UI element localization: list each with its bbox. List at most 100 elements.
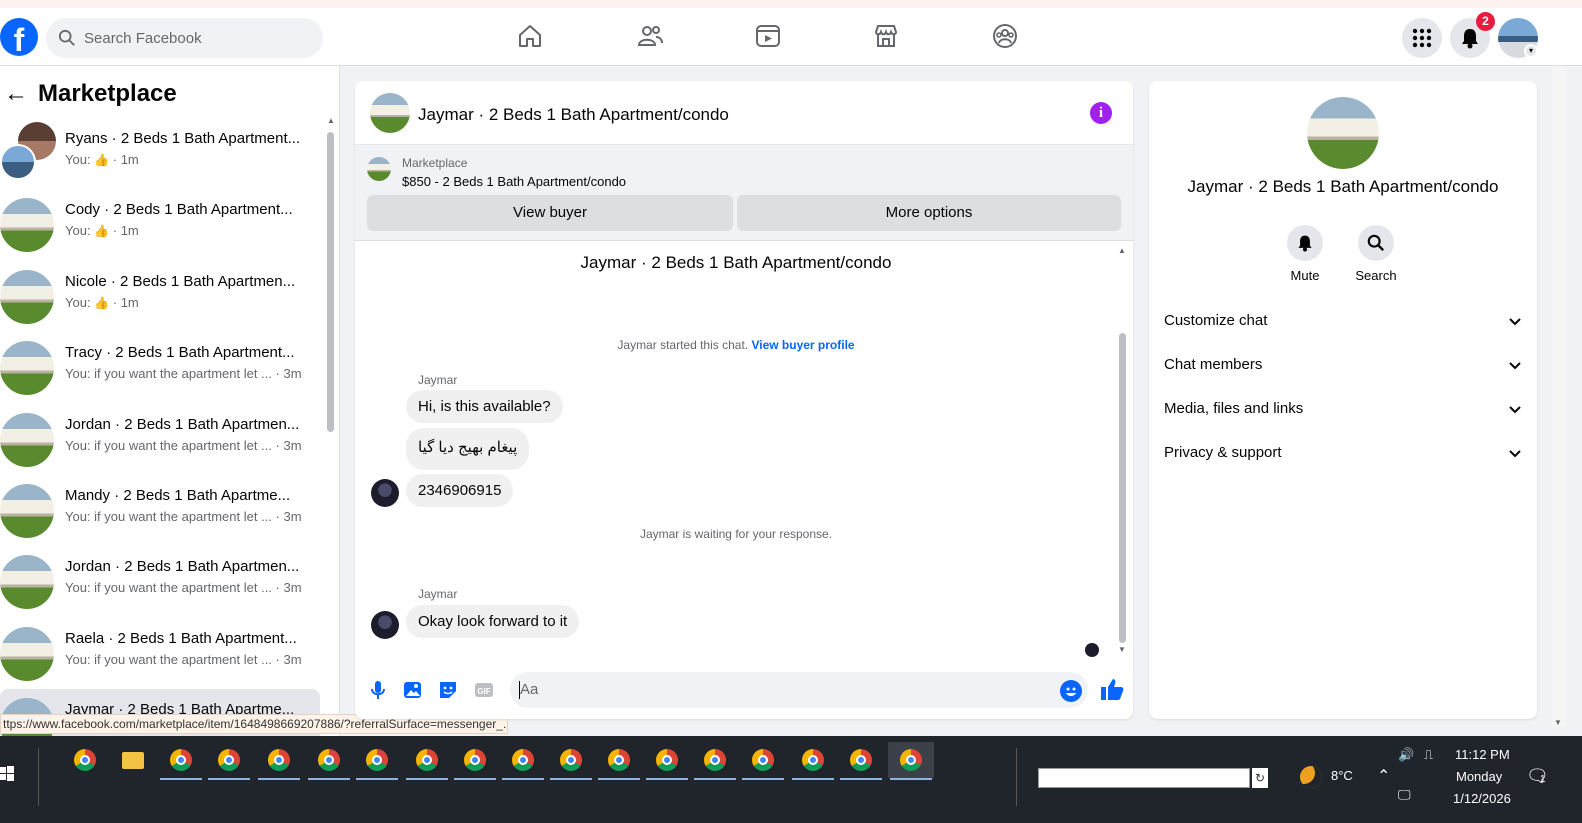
- chrome-icon[interactable]: [404, 742, 450, 780]
- view-buyer-profile-link[interactable]: View buyer profile: [751, 338, 854, 352]
- marketplace-label: Marketplace: [402, 156, 468, 170]
- video-icon[interactable]: [754, 22, 782, 50]
- weather-temperature[interactable]: 8°C: [1331, 768, 1353, 783]
- buyer-avatar[interactable]: [371, 479, 399, 507]
- conversation-item[interactable]: Cody · 2 Beds 1 Bath Apartment... You: 👍 …: [0, 189, 320, 260]
- chrome-icon[interactable]: [596, 742, 642, 780]
- emoji-icon[interactable]: [1060, 680, 1082, 702]
- chrome-icon[interactable]: [692, 742, 738, 780]
- moon-weather-icon[interactable]: [1300, 766, 1322, 788]
- chrome-icon[interactable]: [548, 742, 594, 780]
- conversation-item[interactable]: Raela · 2 Beds 1 Bath Apartment... You: i…: [0, 618, 320, 689]
- clock-date[interactable]: 1/12/2026: [1453, 791, 1511, 806]
- sticker-icon[interactable]: [437, 679, 459, 701]
- details-row-chat-members[interactable]: Chat members: [1164, 347, 1522, 383]
- search-input[interactable]: Search Facebook: [46, 18, 323, 58]
- chrome-icon[interactable]: [500, 742, 546, 780]
- message-input[interactable]: Aa: [510, 672, 1088, 708]
- scroll-up-arrow-icon[interactable]: ▲: [327, 116, 335, 125]
- microphone-icon[interactable]: [367, 679, 389, 701]
- scroll-down-arrow-icon[interactable]: ▼: [1554, 718, 1562, 727]
- gif-icon[interactable]: GIF: [473, 679, 495, 701]
- photo-icon[interactable]: [401, 679, 423, 701]
- listing-thumbnail[interactable]: [370, 93, 410, 133]
- groups-icon[interactable]: [991, 22, 1019, 50]
- view-buyer-button[interactable]: View buyer: [367, 195, 733, 231]
- chrome-icon[interactable]: [306, 742, 352, 780]
- listing-price[interactable]: $850 - 2 Beds 1 Bath Apartment/condo: [402, 174, 626, 189]
- buyer-avatar[interactable]: [371, 611, 399, 639]
- more-options-button[interactable]: More options: [737, 195, 1121, 231]
- logo-letter: f: [13, 22, 25, 56]
- chevron-up-icon[interactable]: ⌃: [1377, 766, 1390, 786]
- details-row-privacy-support[interactable]: Privacy & support: [1164, 435, 1522, 471]
- preview-text: You: if you want the apartment let ...: [65, 508, 272, 524]
- thumbs-up-icon[interactable]: [1099, 676, 1125, 702]
- conversation-item[interactable]: Tracy · 2 Beds 1 Bath Apartment... You: i…: [0, 332, 320, 403]
- conversation-preview: You: 👍 · 1m: [65, 295, 305, 310]
- refresh-icon[interactable]: ↻: [1252, 768, 1268, 788]
- chrome-icon[interactable]: [354, 742, 400, 780]
- message-bubble[interactable]: پیغام بھیج دیا گیا: [406, 428, 530, 470]
- chat-scrollbar[interactable]: [1119, 333, 1126, 643]
- display-icon[interactable]: 🖵: [1398, 787, 1411, 803]
- message-bubble[interactable]: Okay look forward to it: [406, 605, 580, 638]
- speaker-icon[interactable]: 🔊: [1398, 747, 1414, 763]
- sender-name: Jaymar: [418, 373, 458, 387]
- chrome-icon[interactable]: [158, 742, 204, 780]
- clock-day[interactable]: Monday: [1456, 769, 1502, 784]
- thumbs-up-icon: 👍: [94, 295, 110, 310]
- clock-time[interactable]: 11:12 PM: [1455, 747, 1510, 762]
- search-label: Search: [1355, 268, 1397, 283]
- conversation-item[interactable]: Ryans · 2 Beds 1 Bath Apartment... You: 👍…: [0, 118, 320, 189]
- message-bubble[interactable]: Hi, is this available?: [406, 390, 563, 423]
- conversation-preview: You: 👍 · 1m: [65, 223, 305, 238]
- page-scrollbar[interactable]: [1552, 66, 1566, 726]
- facebook-logo[interactable]: f: [0, 18, 38, 56]
- listing-thumbnail-large[interactable]: [1307, 97, 1379, 169]
- network-icon[interactable]: ⎍: [1424, 747, 1433, 763]
- search-icon: [1367, 234, 1385, 252]
- top-navigation-bar: f Search Facebook 2 ▾: [0, 0, 1582, 66]
- taskbar-address-input[interactable]: [1038, 768, 1250, 788]
- conversation-name: Tracy · 2 Beds 1 Bath Apartment...: [65, 344, 295, 362]
- conversation-item[interactable]: Nicole · 2 Beds 1 Bath Apartmen... You: 👍…: [0, 261, 320, 332]
- chrome-icon[interactable]: [452, 742, 498, 780]
- menu-grid-button[interactable]: [1402, 18, 1442, 58]
- friends-icon[interactable]: [636, 22, 664, 50]
- back-arrow-icon[interactable]: ←: [4, 80, 30, 108]
- conversation-item[interactable]: Mandy · 2 Beds 1 Bath Apartme... You: if …: [0, 475, 320, 546]
- search-chat-button[interactable]: Search: [1346, 225, 1406, 283]
- conversation-item[interactable]: Jordan · 2 Beds 1 Bath Apartmen... You: i…: [0, 546, 320, 617]
- sidebar-header: ← Marketplace: [4, 80, 177, 108]
- chrome-icon[interactable]: [644, 742, 690, 780]
- chrome-icon[interactable]: [62, 742, 108, 778]
- chevron-down-icon: [1509, 362, 1521, 370]
- chrome-icon[interactable]: [740, 742, 786, 780]
- info-icon[interactable]: i: [1090, 102, 1112, 124]
- chrome-icon[interactable]: [888, 742, 934, 780]
- mute-button[interactable]: Mute: [1275, 225, 1335, 283]
- listing-thumbnail: [0, 555, 54, 610]
- home-icon[interactable]: [516, 22, 544, 50]
- chrome-icon[interactable]: [206, 742, 252, 780]
- marketplace-icon[interactable]: [872, 22, 900, 50]
- details-row-customize-chat[interactable]: Customize chat: [1164, 303, 1522, 339]
- windows-start-icon[interactable]: [0, 766, 14, 782]
- chrome-icon[interactable]: [256, 742, 302, 780]
- chat-title[interactable]: Jaymar · 2 Beds 1 Bath Apartment/condo: [418, 105, 729, 125]
- file-explorer-icon[interactable]: [110, 742, 156, 778]
- chrome-icon[interactable]: [790, 742, 836, 780]
- message-bubble[interactable]: 2346906915: [406, 474, 514, 507]
- bell-icon: [1462, 29, 1478, 49]
- scroll-down-arrow-icon[interactable]: ▼: [1118, 645, 1126, 654]
- scroll-up-arrow-icon[interactable]: ▲: [1118, 246, 1126, 255]
- search-icon: [58, 29, 75, 46]
- chevron-down-icon[interactable]: ▾: [1524, 44, 1538, 58]
- sidebar-scrollbar[interactable]: [327, 132, 334, 432]
- details-row-media-files-and-links[interactable]: Media, files and links: [1164, 391, 1522, 427]
- windows-taskbar: ↻ 8°C ⌃ 🔊 ⎍ 🖵 11:12 PM Monday 1/12/2026 …: [0, 736, 1582, 823]
- listing-thumbnail-small[interactable]: [367, 157, 391, 181]
- conversation-item[interactable]: Jordan · 2 Beds 1 Bath Apartmen... You: i…: [0, 404, 320, 475]
- chrome-icon[interactable]: [838, 742, 884, 780]
